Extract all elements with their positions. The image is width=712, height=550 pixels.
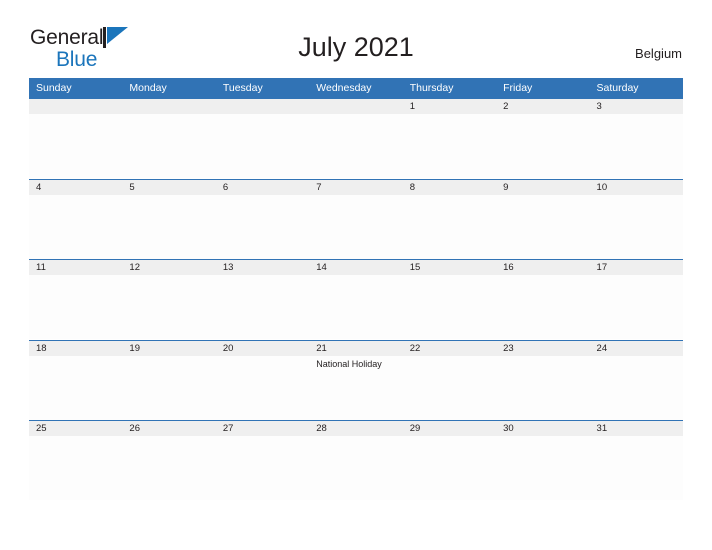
day-cell[interactable] bbox=[29, 114, 122, 178]
day-cell[interactable] bbox=[496, 195, 589, 259]
day-number[interactable]: 23 bbox=[496, 341, 589, 356]
day-number[interactable]: 30 bbox=[496, 421, 589, 436]
day-number[interactable]: 25 bbox=[29, 421, 122, 436]
country-label: Belgium bbox=[635, 46, 682, 61]
day-number[interactable]: 16 bbox=[496, 260, 589, 275]
weekday-header-cell: Friday bbox=[503, 82, 533, 94]
day-cell[interactable] bbox=[496, 275, 589, 339]
day-event-label: National Holiday bbox=[316, 358, 382, 369]
day-number[interactable] bbox=[122, 99, 215, 114]
day-cell[interactable] bbox=[216, 195, 309, 259]
day-number[interactable]: 19 bbox=[122, 341, 215, 356]
calendar-week-row: 123 bbox=[29, 98, 683, 179]
day-number[interactable]: 7 bbox=[309, 180, 402, 195]
day-cell[interactable] bbox=[496, 114, 589, 178]
calendar-week-row: 11 12 13 14 15 16 17 bbox=[29, 259, 683, 340]
weekday-header-cell: Sunday bbox=[36, 82, 72, 94]
event-band bbox=[29, 114, 683, 178]
calendar-week-row: 25 26 27 28 29 30 31 bbox=[29, 420, 683, 501]
weekday-header-cell: Tuesday bbox=[222, 82, 263, 94]
day-number[interactable]: 11 bbox=[29, 260, 122, 275]
day-number[interactable]: 2 bbox=[496, 99, 589, 114]
day-number[interactable] bbox=[309, 99, 402, 114]
day-number[interactable]: 27 bbox=[216, 421, 309, 436]
day-number[interactable]: 6 bbox=[216, 180, 309, 195]
day-number[interactable]: 4 bbox=[29, 180, 122, 195]
day-cell[interactable] bbox=[309, 195, 402, 259]
weekday-header-cell: Wednesday bbox=[316, 82, 372, 94]
day-number[interactable]: 1 bbox=[403, 99, 496, 114]
day-cell[interactable] bbox=[122, 275, 215, 339]
day-cell[interactable] bbox=[122, 114, 215, 178]
day-cell[interactable] bbox=[403, 114, 496, 178]
weekday-header-cell: Monday bbox=[129, 82, 167, 94]
day-cell[interactable] bbox=[309, 114, 402, 178]
day-number[interactable]: 21 bbox=[309, 341, 402, 356]
day-cell[interactable] bbox=[29, 356, 122, 420]
date-number-band: 123 bbox=[29, 98, 683, 114]
day-cell[interactable] bbox=[29, 275, 122, 339]
day-number[interactable]: 13 bbox=[216, 260, 309, 275]
day-number[interactable]: 3 bbox=[590, 99, 683, 114]
calendar-grid: Sunday Monday Tuesday Wednesday Thursday Frid… bbox=[29, 78, 683, 501]
day-number[interactable]: 15 bbox=[403, 260, 496, 275]
day-number[interactable]: 9 bbox=[496, 180, 589, 195]
day-cell[interactable] bbox=[29, 195, 122, 259]
weekday-header-row: Sunday Monday Tuesday Wednesday Thursday Frid… bbox=[29, 78, 683, 98]
day-cell[interactable]: National Holiday bbox=[309, 356, 402, 420]
weekday-header-cell: Thursday bbox=[409, 82, 454, 94]
day-cell[interactable] bbox=[590, 114, 683, 178]
day-number[interactable]: 24 bbox=[590, 341, 683, 356]
day-number[interactable]: 18 bbox=[29, 341, 122, 356]
calendar-week-row: 4 5 6 7 8 9 10 bbox=[29, 178, 683, 260]
day-cell[interactable] bbox=[403, 356, 496, 420]
day-cell[interactable] bbox=[496, 436, 589, 500]
day-cell[interactable] bbox=[590, 436, 683, 500]
day-number[interactable] bbox=[29, 99, 122, 114]
date-number-band: 11 12 13 14 15 16 17 bbox=[29, 259, 683, 275]
event-band bbox=[29, 275, 683, 339]
day-cell[interactable] bbox=[309, 436, 402, 500]
page-header: General Blue July 2021 Belgium bbox=[0, 0, 712, 76]
date-number-band: 25 26 27 28 29 30 31 bbox=[29, 420, 683, 436]
day-number[interactable]: 20 bbox=[216, 341, 309, 356]
day-number[interactable]: 29 bbox=[403, 421, 496, 436]
day-cell[interactable] bbox=[29, 436, 122, 500]
date-number-band: 18 19 20 21 22 23 24 bbox=[29, 339, 683, 356]
calendar-week-row: 18 19 20 21 22 23 24 National Holiday bbox=[29, 339, 683, 421]
day-cell[interactable] bbox=[216, 275, 309, 339]
day-number[interactable]: 8 bbox=[403, 180, 496, 195]
day-number[interactable] bbox=[216, 99, 309, 114]
event-band: National Holiday bbox=[29, 355, 683, 420]
day-cell[interactable] bbox=[216, 356, 309, 420]
event-band bbox=[29, 436, 683, 500]
weekday-header-cell: Saturday bbox=[596, 82, 639, 94]
day-cell[interactable] bbox=[216, 436, 309, 500]
day-cell[interactable] bbox=[122, 195, 215, 259]
day-number[interactable]: 5 bbox=[122, 180, 215, 195]
event-band bbox=[29, 194, 683, 259]
day-cell[interactable] bbox=[122, 436, 215, 500]
calendar-weeks: 1 2 3 4 5 6 7 8 9 10 11 12 13 14 15 16 17 18 19 20 21 22 23 24 N… bbox=[29, 98, 683, 501]
day-cell[interactable] bbox=[590, 356, 683, 420]
day-cell[interactable] bbox=[403, 195, 496, 259]
day-number[interactable]: 28 bbox=[309, 421, 402, 436]
day-cell[interactable] bbox=[496, 356, 589, 420]
day-number[interactable]: 12 bbox=[122, 260, 215, 275]
day-number[interactable]: 10 bbox=[590, 180, 683, 195]
day-cell[interactable] bbox=[590, 275, 683, 339]
day-cell[interactable] bbox=[403, 436, 496, 500]
day-cell[interactable] bbox=[216, 114, 309, 178]
day-number[interactable]: 22 bbox=[403, 341, 496, 356]
day-number[interactable]: 31 bbox=[590, 421, 683, 436]
day-cell[interactable] bbox=[122, 356, 215, 420]
day-cell[interactable] bbox=[403, 275, 496, 339]
day-number[interactable]: 26 bbox=[122, 421, 215, 436]
date-number-band: 4 5 6 7 8 9 10 bbox=[29, 178, 683, 195]
day-cell[interactable] bbox=[309, 275, 402, 339]
day-number[interactable]: 17 bbox=[590, 260, 683, 275]
day-number[interactable]: 14 bbox=[309, 260, 402, 275]
day-cell[interactable] bbox=[590, 195, 683, 259]
page-title: July 2021 bbox=[298, 32, 414, 62]
